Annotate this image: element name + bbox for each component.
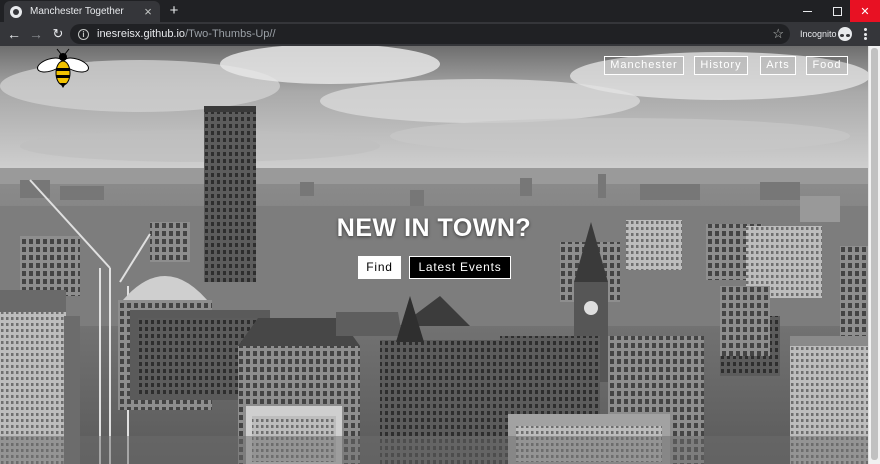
nav-manchester-link[interactable]: Manchester [604,56,684,75]
back-arrow-icon[interactable]: ← [4,24,24,44]
worker-bee-icon[interactable] [36,48,90,88]
nav-arts-link[interactable]: Arts [760,56,796,75]
bookmark-star-icon[interactable]: ☆ [772,26,784,42]
latest-events-button[interactable]: Latest Events [409,256,511,279]
nav-food-link[interactable]: Food [806,56,848,75]
incognito-icon[interactable] [838,27,852,41]
tab-title: Manchester Together [30,6,124,17]
page-scrollbar[interactable] [868,46,880,464]
browser-toolbar: ← → ↻ i inesreisx.github.io/Two-Thumbs-U… [0,22,880,46]
hero-headline: NEW IN TOWN? [336,214,532,242]
new-tab-button[interactable]: + [166,2,182,20]
site-info-icon[interactable]: i [78,28,89,40]
find-button[interactable]: Find [358,256,401,279]
url-host: inesreisx.github.io [97,28,186,40]
close-window-button[interactable]: ✕ [850,0,880,22]
kebab-menu-icon[interactable] [858,27,872,41]
incognito-label: Incognito [800,29,837,39]
url-path: /Two-Thumbs-Up// [185,28,276,40]
tab-strip: Manchester Together × + ✕ [0,0,880,22]
reload-icon[interactable]: ↻ [48,24,68,44]
scrollbar-thumb[interactable] [871,48,878,460]
forward-arrow-icon[interactable]: → [26,24,46,44]
address-bar[interactable]: i inesreisx.github.io/Two-Thumbs-Up// ☆ [70,24,790,44]
page-viewport: Manchester History Arts Food NEW IN TOWN… [0,46,880,464]
maximize-button[interactable] [822,0,852,22]
browser-tab[interactable]: Manchester Together × [4,1,160,22]
minimize-button[interactable] [792,0,822,22]
tab-close-icon[interactable]: × [142,5,154,18]
globe-icon [10,5,22,18]
hero-skyline-image [0,46,868,464]
nav-history-link[interactable]: History [694,56,748,75]
